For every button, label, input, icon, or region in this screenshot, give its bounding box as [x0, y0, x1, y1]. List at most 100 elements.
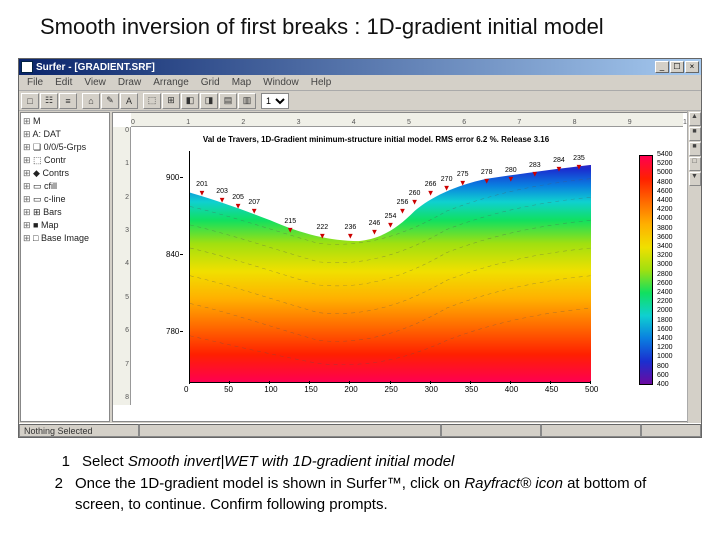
work-area: M A: DAT ❏ 0/0/5-Grps ⬚ Contr ◆ Contrs ▭… [19, 111, 701, 423]
tool-open-icon[interactable]: ☷ [40, 93, 58, 109]
colorbar-label: 3000 [657, 261, 673, 268]
tree-node[interactable]: ◆ Contrs [23, 167, 107, 180]
rt-btn-icon[interactable]: ■ [689, 127, 701, 141]
station-label: 222 [316, 224, 328, 231]
status-empty [139, 424, 441, 437]
plot-axes: ▼201▼203▼205▼207▼215▼222▼236▼246▼254▼256… [189, 151, 591, 383]
x-axis-tick: 300 [425, 385, 438, 394]
station-marker-icon: ▼ [218, 195, 226, 204]
colorbar-label: 2800 [657, 271, 673, 278]
object-tree[interactable]: M A: DAT ❏ 0/0/5-Grps ⬚ Contr ◆ Contrs ▭… [21, 113, 109, 421]
instruction-text: Select [82, 453, 128, 470]
x-axis-tick: 250 [385, 385, 398, 394]
tree-node[interactable]: ⊞ Bars [23, 206, 107, 219]
rt-btn-icon[interactable]: □ [689, 157, 701, 171]
menu-arrange[interactable]: Arrange [147, 77, 195, 88]
colorbar-label: 5200 [657, 160, 673, 167]
tool-new-icon[interactable]: □ [21, 93, 39, 109]
tool-text-icon[interactable]: A [120, 93, 138, 109]
line-weight-select[interactable]: 1 [261, 93, 289, 109]
tree-node[interactable]: A: DAT [23, 128, 107, 141]
y-axis-tick: 780 [166, 327, 179, 336]
tool-rect-icon[interactable]: ⬚ [143, 93, 161, 109]
station-label: 235 [573, 155, 585, 162]
x-axis-tick: 400 [505, 385, 518, 394]
colorbar-label: 5400 [657, 151, 673, 158]
station-label: 283 [529, 162, 541, 169]
station-marker-icon: ▼ [483, 177, 491, 186]
menu-grid[interactable]: Grid [195, 77, 226, 88]
station-markers: ▼201▼203▼205▼207▼215▼222▼236▼246▼254▼256… [190, 151, 591, 382]
station-marker-icon: ▼ [427, 188, 435, 197]
instruction-text: Once the 1D-gradient model is shown in S… [75, 475, 464, 492]
menu-edit[interactable]: Edit [49, 77, 78, 88]
station-marker-icon: ▼ [234, 202, 242, 211]
document-area: 012345678910 012345678 Val de Travers, 1… [112, 112, 700, 422]
tool-cols-icon[interactable]: ▥ [238, 93, 256, 109]
tool-rows-icon[interactable]: ▤ [219, 93, 237, 109]
colorbar-label: 2400 [657, 289, 673, 296]
station-label: 236 [345, 224, 357, 231]
station-marker-icon: ▼ [399, 207, 407, 216]
menu-view[interactable]: View [78, 77, 112, 88]
tool-save-icon[interactable]: ≡ [59, 93, 77, 109]
colorbar-label: 4600 [657, 188, 673, 195]
window-title-text: Surfer - [GRADIENT.SRF] [36, 62, 654, 73]
horizontal-ruler: 012345678910 [131, 113, 683, 127]
menu-help[interactable]: Help [305, 77, 338, 88]
menu-window[interactable]: Window [257, 77, 305, 88]
rt-up-icon[interactable]: ▲ [689, 112, 701, 126]
vertical-ruler: 012345678 [113, 127, 131, 405]
colorbar-label: 5000 [657, 169, 673, 176]
instruction-em: Smooth invert|WET with 1D-gradient initi… [128, 453, 455, 470]
station-label: 270 [441, 176, 453, 183]
tool-align-left-icon[interactable]: ◧ [181, 93, 199, 109]
tool-home-icon[interactable]: ⌂ [82, 93, 100, 109]
station-label: 280 [505, 167, 517, 174]
tree-node[interactable]: ❏ 0/0/5-Grps [23, 141, 107, 154]
tree-node[interactable]: ▭ c-line [23, 193, 107, 206]
station-marker-icon: ▼ [387, 220, 395, 229]
station-label: 205 [232, 194, 244, 201]
colorbar-label: 1600 [657, 326, 673, 333]
colorbar-label: 4400 [657, 197, 673, 204]
x-axis-tick: 500 [585, 385, 598, 394]
close-button[interactable]: × [685, 61, 699, 73]
tool-align-right-icon[interactable]: ◨ [200, 93, 218, 109]
color-scale: 5400520050004800460044004200400038003600… [639, 155, 677, 385]
colorbar-label: 3600 [657, 234, 673, 241]
tree-node[interactable]: ▭ cfill [23, 180, 107, 193]
window-titlebar: Surfer - [GRADIENT.SRF] _ ☐ × [19, 59, 701, 75]
colorbar-label: 600 [657, 372, 669, 379]
menu-file[interactable]: File [21, 77, 49, 88]
tool-grid-icon[interactable]: ⊞ [162, 93, 180, 109]
station-label: 246 [369, 220, 381, 227]
menu-draw[interactable]: Draw [112, 77, 147, 88]
tree-node[interactable]: □ Base Image [23, 232, 107, 245]
instruction-number: 1 [48, 452, 70, 472]
rt-btn-icon[interactable]: ■ [689, 142, 701, 156]
station-label: 284 [553, 157, 565, 164]
station-label: 266 [425, 181, 437, 188]
colorbar-label: 1400 [657, 335, 673, 342]
station-marker-icon: ▼ [411, 197, 419, 206]
plot-canvas[interactable]: Val de Travers, 1D-Gradient minimum-stru… [131, 127, 683, 405]
object-manager-panel[interactable]: M A: DAT ❏ 0/0/5-Grps ⬚ Contr ◆ Contrs ▭… [20, 112, 110, 422]
menu-map[interactable]: Map [226, 77, 257, 88]
tool-edit-icon[interactable]: ✎ [101, 93, 119, 109]
station-marker-icon: ▼ [555, 165, 563, 174]
tree-node[interactable]: ■ Map [23, 219, 107, 232]
rt-down-icon[interactable]: ▼ [689, 172, 701, 186]
app-icon [21, 61, 33, 73]
maximize-button[interactable]: ☐ [670, 61, 684, 73]
minimize-button[interactable]: _ [655, 61, 669, 73]
station-label: 203 [216, 188, 228, 195]
colorbar-label: 2600 [657, 280, 673, 287]
colorbar-label: 1200 [657, 344, 673, 351]
colorbar-label: 4200 [657, 206, 673, 213]
station-marker-icon: ▼ [286, 225, 294, 234]
tree-node[interactable]: ⬚ Contr [23, 154, 107, 167]
station-marker-icon: ▼ [370, 227, 378, 236]
tree-node[interactable]: M [23, 115, 107, 128]
station-marker-icon: ▼ [575, 163, 583, 172]
